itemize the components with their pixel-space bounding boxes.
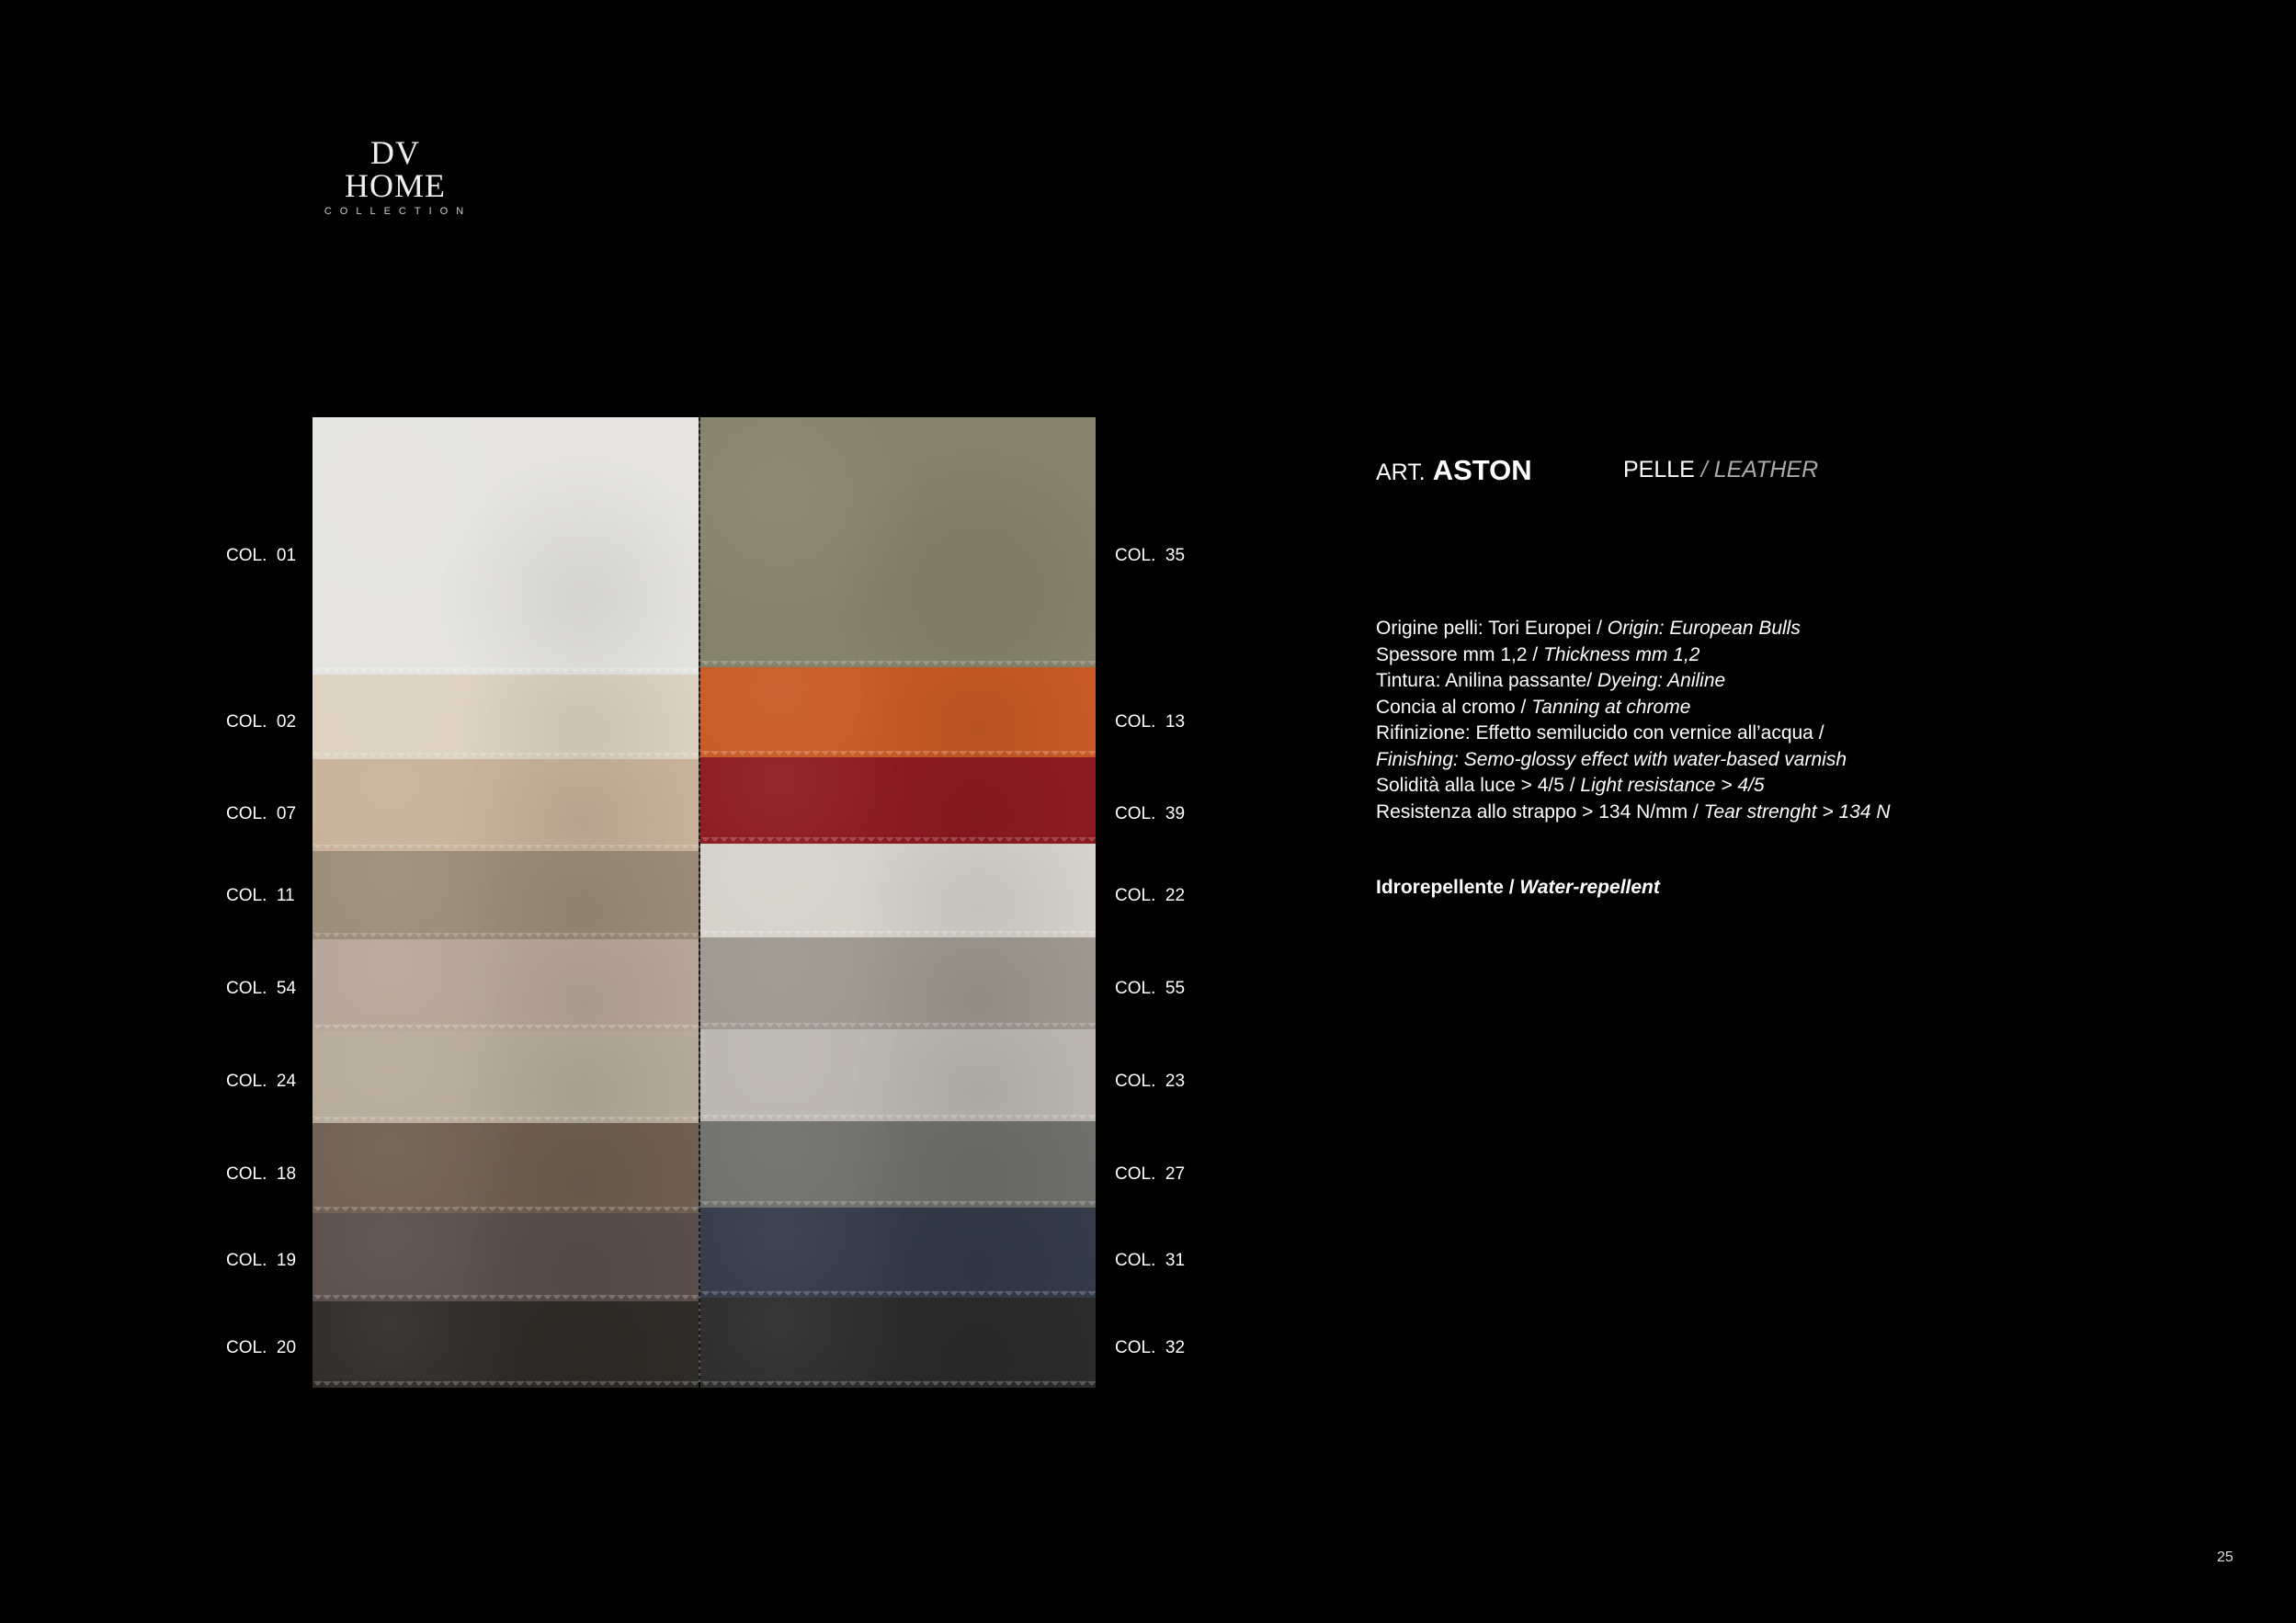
- spec-line: Finishing: Semo-glossy effect with water…: [1376, 747, 1891, 774]
- feature-water-repellent: Idrorepellente / Water-repellent: [1376, 877, 1660, 899]
- spec-line: Tintura: Anilina passante/ Dyeing: Anili…: [1376, 668, 1891, 695]
- spec-italian: Solidità alla luce > 4/5 /: [1376, 775, 1581, 796]
- swatch-right-2: [700, 662, 1096, 757]
- spec-line: Spessore mm 1,2 / Thickness mm 1,2: [1376, 642, 1891, 669]
- color-label-left: COL. 24: [226, 1072, 297, 1091]
- swatch-left-9: [313, 1296, 699, 1388]
- swatch-right-7: [700, 1116, 1096, 1208]
- color-label-right: COL. 31: [1115, 1251, 1186, 1270]
- swatch-left-3: [313, 754, 699, 851]
- spec-line: Origine pelli: Tori Europei / Origin: Eu…: [1376, 616, 1891, 642]
- color-label-left: COL. 07: [226, 804, 297, 823]
- feature-italian: Idrorepellente /: [1376, 877, 1520, 898]
- swatch-left-1: [313, 417, 699, 675]
- color-label-right: COL. 55: [1115, 979, 1186, 998]
- swatch-left-8: [313, 1208, 699, 1301]
- spec-english: Thickness mm 1,2: [1543, 643, 1700, 665]
- color-label-left: COL. 11: [226, 886, 295, 905]
- material-label: PELLE / LEATHER: [1623, 457, 1818, 483]
- article-name: ASTON: [1432, 454, 1532, 486]
- swatch-column-right: [700, 417, 1096, 1388]
- brand-logo: DV HOME COLLECTION: [317, 136, 473, 217]
- spec-line: Resistenza allo strappo > 134 N/mm / Tea…: [1376, 800, 1891, 826]
- swatch-left-5: [313, 934, 699, 1031]
- spec-line: Rifinizione: Effetto semilucido con vern…: [1376, 721, 1891, 747]
- color-label-left: COL. 02: [226, 712, 297, 732]
- swatch-left-6: [313, 1026, 699, 1123]
- swatch-right-1: [700, 417, 1096, 667]
- swatch-right-8: [700, 1202, 1096, 1298]
- swatch-right-3: [700, 752, 1096, 844]
- color-label-right: COL. 32: [1115, 1338, 1186, 1357]
- swatch-left-7: [313, 1118, 699, 1213]
- material-separator: /: [1694, 457, 1714, 482]
- color-label-left: COL. 19: [226, 1251, 297, 1270]
- spec-italian: Tintura: Anilina passante/: [1376, 670, 1597, 691]
- swatch-right-6: [700, 1024, 1096, 1121]
- swatch-column-left: [313, 417, 699, 1388]
- spec-english: Origin: European Bulls: [1607, 618, 1801, 639]
- color-label-right: COL. 22: [1115, 886, 1186, 905]
- color-label-left: COL. 20: [226, 1338, 297, 1357]
- color-label-left: COL. 01: [226, 546, 297, 565]
- page-number: 25: [2217, 1549, 2233, 1565]
- spec-english: Light resistance > 4/5: [1580, 775, 1765, 796]
- color-label-right: COL. 27: [1115, 1164, 1186, 1184]
- spec-line: Solidità alla luce > 4/5 / Light resista…: [1376, 773, 1891, 800]
- spec-italian: Origine pelli: Tori Europei /: [1376, 618, 1608, 639]
- swatch-right-9: [700, 1292, 1096, 1388]
- color-label-right: COL. 23: [1115, 1072, 1186, 1091]
- spec-italian: Resistenza allo strappo > 134 N/mm /: [1376, 800, 1704, 823]
- spec-english: Finishing: Semo-glossy effect with water…: [1376, 748, 1847, 770]
- spec-italian: Concia al cromo /: [1376, 696, 1532, 718]
- spec-italian: Rifinizione: Effetto semilucido con vern…: [1376, 722, 1824, 743]
- material-english: LEATHER: [1713, 457, 1819, 482]
- color-label-right: COL. 39: [1115, 804, 1186, 823]
- color-label-left: COL. 18: [226, 1164, 297, 1184]
- spec-italian: Spessore mm 1,2 /: [1376, 643, 1544, 665]
- article-prefix: ART.: [1376, 460, 1426, 485]
- spec-english: Dyeing: Aniline: [1597, 670, 1726, 691]
- color-label-right: COL. 35: [1115, 546, 1186, 565]
- swatch-left-2: [313, 669, 699, 759]
- swatch-right-5: [700, 932, 1096, 1029]
- color-label-left: COL. 54: [226, 979, 297, 998]
- spec-english: Tanning at chrome: [1531, 696, 1691, 718]
- article-title: ART. ASTON: [1376, 454, 1532, 487]
- color-label-right: COL. 13: [1115, 712, 1186, 732]
- logo-sub-text: COLLECTION: [324, 206, 472, 217]
- specification-list: Origine pelli: Tori Europei / Origin: Eu…: [1376, 616, 1891, 825]
- spec-english: Tear strenght > 134 N: [1703, 800, 1891, 823]
- swatch-left-4: [313, 846, 699, 939]
- swatch-right-4: [700, 838, 1096, 937]
- logo-main-text: DV HOME: [345, 134, 446, 204]
- material-italian: PELLE: [1623, 457, 1695, 482]
- spec-line: Concia al cromo / Tanning at chrome: [1376, 695, 1891, 721]
- feature-english: Water-repellent: [1519, 877, 1660, 898]
